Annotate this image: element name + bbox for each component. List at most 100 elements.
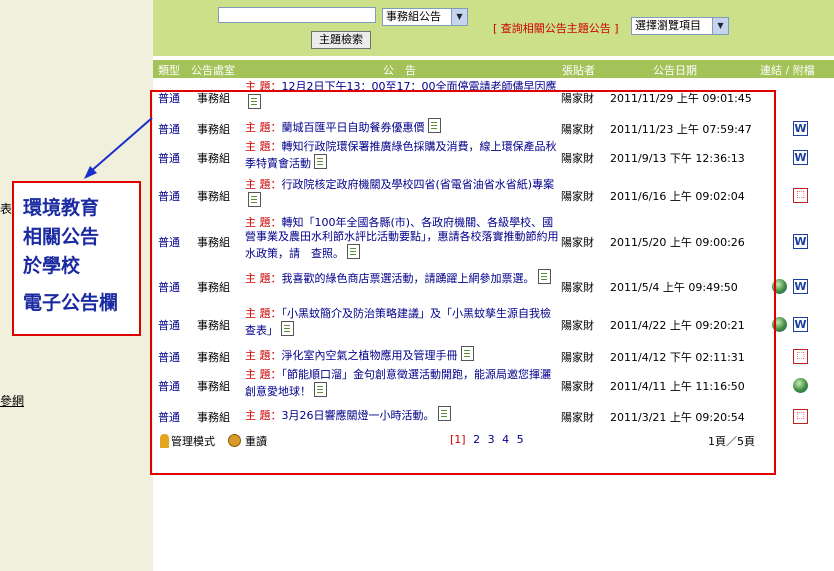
document-icon[interactable]: [281, 321, 294, 336]
page-link-current[interactable]: [1]: [450, 433, 466, 446]
reload-label: 重讀: [245, 435, 267, 448]
table-row: 普通 事務組 主 題：3月26日響應關燈一小時活動。 陽家財 2011/3/21 上午 …: [153, 406, 834, 424]
subject-text: 轉知「100年全國各縣(市)、各政府機關、各級學校、國營事業及農田水利節水評比活…: [245, 216, 559, 260]
row-department: 事務組: [197, 236, 230, 249]
page-link[interactable]: 4: [502, 433, 509, 446]
pdf-file-icon[interactable]: ⬚: [793, 349, 808, 364]
document-icon[interactable]: [347, 244, 360, 259]
word-file-icon[interactable]: W: [793, 317, 808, 332]
row-type: 普通: [158, 411, 180, 424]
subject-text: 12月2日下午13：00至17：00全面停電請老師儘早因應: [281, 80, 557, 93]
web-link-icon[interactable]: [793, 378, 808, 393]
row-date: 2011/4/22 上午 09:20:21: [610, 319, 745, 332]
row-date: 2011/6/16 上午 09:02:04: [610, 190, 745, 203]
subject-text: 淨化室內空氣之植物應用及管理手冊: [281, 349, 458, 362]
row-subject[interactable]: 主 題：轉知「100年全國各縣(市)、各政府機關、各級學校、國營事業及農田水利節…: [245, 216, 560, 261]
search-bar: 事務組公告 ▼ 主題檢索 [ 查詢相關公告主題公告 ] 選擇瀏覽項目 ▼: [153, 0, 834, 56]
row-poster: 陽家財: [561, 123, 594, 136]
document-icon[interactable]: [314, 382, 327, 397]
row-subject[interactable]: 主 題：「小黑蚊簡介及防治策略建議」及「小黑蚊孳生源自我檢查表」: [245, 307, 560, 338]
word-file-icon[interactable]: W: [793, 279, 808, 294]
search-button[interactable]: 主題檢索: [311, 31, 371, 49]
row-type: 普通: [158, 123, 180, 136]
admin-mode-link[interactable]: 管理模式: [160, 433, 215, 449]
row-department: 事務組: [197, 380, 230, 393]
word-file-icon[interactable]: W: [793, 150, 808, 165]
reload-link[interactable]: 重讀: [228, 433, 267, 449]
related-announcements-link[interactable]: [ 查詢相關公告主題公告 ]: [493, 20, 619, 36]
subject-label: 主 題：: [245, 80, 282, 93]
word-file-icon[interactable]: W: [793, 234, 808, 249]
web-link-icon[interactable]: [772, 317, 787, 332]
row-poster: 陽家財: [561, 236, 594, 249]
col-type: 類型: [158, 64, 180, 77]
document-icon[interactable]: [537, 269, 551, 284]
row-poster: 陽家財: [561, 351, 594, 364]
pdf-file-icon[interactable]: ⬚: [793, 188, 808, 203]
browse-select[interactable]: 選擇瀏覽項目 ▼: [631, 17, 729, 35]
document-icon[interactable]: [437, 406, 451, 421]
row-date: 2011/9/13 下午 12:36:13: [610, 152, 745, 165]
document-icon[interactable]: [427, 118, 441, 133]
subject-label: 主 題：: [245, 368, 282, 381]
web-link-icon[interactable]: [772, 279, 787, 294]
table-row: 普通 事務組主 題：蘭城百匯平日自助餐券優惠價 陽家財 2011/11/23 上午 0…: [153, 118, 834, 136]
row-poster: 陽家財: [561, 152, 594, 165]
row-type: 普通: [158, 152, 180, 165]
row-date: 2011/3/21 上午 09:20:54: [610, 411, 745, 424]
page-link[interactable]: 3: [488, 433, 495, 446]
subject-label: 主 題：: [245, 121, 282, 134]
page-link[interactable]: 5: [517, 433, 524, 446]
row-subject[interactable]: 主 題：3月26日響應關燈一小時活動。: [245, 406, 560, 423]
row-subject[interactable]: 主 題：「節能順口溜」金句創意徵選活動開跑，能源局邀您揮灑創意愛地球！: [245, 368, 560, 399]
subject-text: 我喜歡的綠色商店票選活動，請踴躍上網參加票選。: [281, 272, 535, 285]
row-department: 事務組: [197, 411, 230, 424]
document-icon[interactable]: [314, 154, 327, 169]
subject-label: 主 題：: [245, 140, 282, 153]
col-dept: 公告處室: [191, 64, 235, 77]
row-subject[interactable]: 主 題：12月2日下午13：00至17：00全面停電請老師儘早因應: [245, 80, 560, 111]
row-type: 普通: [158, 190, 180, 203]
row-department: 事務組: [197, 92, 230, 105]
subject-text: 「節能順口溜」金句創意徵選活動開跑，能源局邀您揮灑創意愛地球！: [245, 368, 551, 398]
row-department: 事務組: [197, 319, 230, 332]
dept-select-value: 事務組公告: [386, 10, 441, 23]
row-poster: 陽家財: [561, 380, 594, 393]
subject-label: 主 題：: [245, 307, 282, 320]
document-icon[interactable]: [460, 346, 474, 361]
row-subject[interactable]: 主 題：行政院核定政府機關及學校四省(省電省油省水省紙)專案: [245, 178, 560, 209]
chevron-down-icon: ▼: [451, 9, 467, 25]
col-date: 公告日期: [653, 64, 697, 77]
reload-icon: [228, 434, 241, 447]
subject-label: 主 題：: [245, 272, 282, 285]
row-poster: 陽家財: [561, 92, 594, 105]
table-row: 普通 事務組 主 題：轉知「100年全國各縣(市)、各政府機關、各級學校、國營事業及…: [153, 216, 834, 264]
row-subject[interactable]: 主 題：淨化室內空氣之植物應用及管理手冊: [245, 346, 560, 363]
row-subject[interactable]: 主 題：轉知行政院環保署推廣綠色採購及消費，線上環保產品秋季特賣會活動: [245, 140, 560, 171]
search-input[interactable]: [218, 7, 376, 23]
word-file-icon[interactable]: W: [793, 121, 808, 136]
col-attachments: 連結 / 附檔: [760, 64, 815, 77]
row-type: 普通: [158, 351, 180, 364]
row-subject[interactable]: 主 題：我喜歡的綠色商店票選活動，請踴躍上網參加票選。: [245, 269, 560, 286]
bulletin-board: 事務組公告 ▼ 主題檢索 [ 查詢相關公告主題公告 ] 選擇瀏覽項目 ▼ 類型 …: [153, 0, 834, 571]
col-poster: 張貼者: [562, 64, 595, 77]
pagination: [1] 2 3 4 5: [450, 433, 528, 446]
row-subject[interactable]: 主 題：蘭城百匯平日自助餐券優惠價: [245, 118, 560, 135]
page-link[interactable]: 2: [473, 433, 480, 446]
row-type: 普通: [158, 92, 180, 105]
callout-line: 環境教育: [23, 197, 100, 219]
document-icon[interactable]: [248, 94, 261, 109]
table-row: 普通 事務組 主 題：「小黑蚊簡介及防治策略建議」及「小黑蚊孳生源自我檢查表」 陽家財…: [153, 307, 834, 339]
row-type: 普通: [158, 281, 180, 294]
document-icon[interactable]: [248, 192, 261, 207]
row-date: 2011/4/12 下午 02:11:31: [610, 351, 745, 364]
subject-text: 行政院核定政府機關及學校四省(省電省油省水省紙)專案: [281, 178, 555, 191]
table-footer: 管理模式 重讀 [1] 2 3 4 5 1頁／5頁: [153, 433, 834, 451]
subject-text: 3月26日響應關燈一小時活動。: [281, 409, 435, 422]
row-type: 普通: [158, 380, 180, 393]
dept-select[interactable]: 事務組公告 ▼: [382, 8, 468, 26]
row-poster: 陽家財: [561, 411, 594, 424]
left-stub-link[interactable]: 參網: [0, 392, 24, 409]
pdf-file-icon[interactable]: ⬚: [793, 409, 808, 424]
